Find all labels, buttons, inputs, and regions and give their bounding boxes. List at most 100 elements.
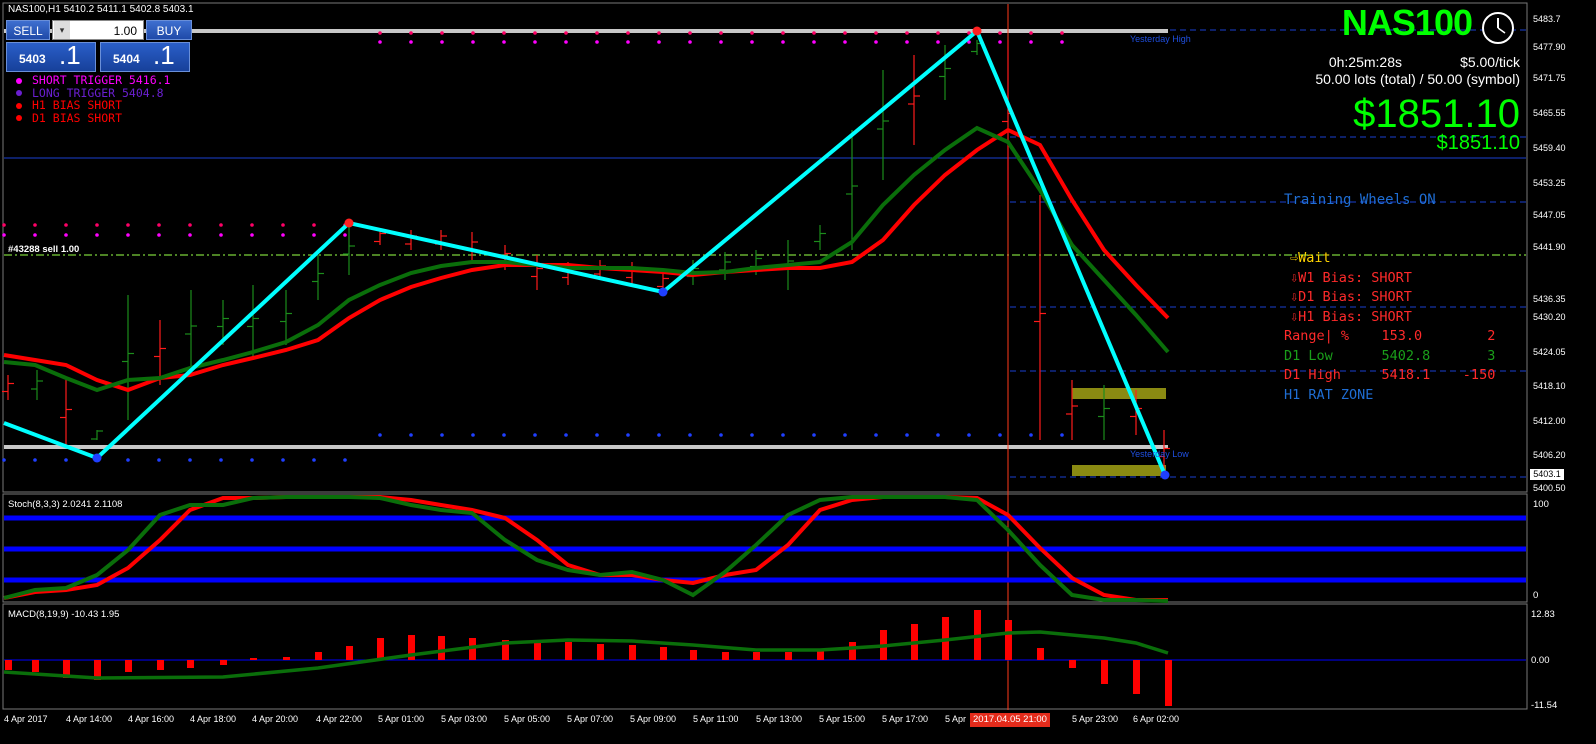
stoch-axis-bottom: 0 xyxy=(1533,590,1539,601)
macd-bar xyxy=(377,638,384,660)
trigger-dot xyxy=(998,31,1002,35)
legend-d1-bias-text: D1 BIAS SHORT xyxy=(32,110,123,125)
time-axis-label: 5 Apr 07:00 xyxy=(567,714,614,724)
trigger-dot xyxy=(157,233,161,237)
trigger-dot xyxy=(533,433,537,437)
ask-price-button[interactable]: 5404 .1 xyxy=(100,40,190,72)
macd-bar xyxy=(629,645,636,660)
time-axis-label: 4 Apr 22:00 xyxy=(316,714,363,724)
macd-bar xyxy=(125,660,132,672)
macd-bar xyxy=(32,660,39,672)
price-axis-label: 5477.90 xyxy=(1533,42,1566,52)
macd-axis-top: 12.83 xyxy=(1531,609,1555,620)
profit-big: $1851.10 xyxy=(1353,92,1520,136)
trigger-dot xyxy=(250,233,254,237)
trigger-dot xyxy=(64,458,68,462)
macd-bar xyxy=(660,647,667,660)
macd-bar xyxy=(597,644,604,660)
trigger-dot xyxy=(409,433,413,437)
trigger-dot xyxy=(2,458,6,462)
trigger-dot xyxy=(409,40,413,44)
bid-price-button[interactable]: 5403 .1 xyxy=(6,40,96,72)
price-axis-label: 5400.50 xyxy=(1533,483,1566,493)
ma-green-line xyxy=(3,125,1170,393)
trigger-dot xyxy=(312,233,316,237)
clock-icon xyxy=(1482,12,1514,44)
trigger-dot xyxy=(188,223,192,227)
price-axis-label: 5447.05 xyxy=(1533,210,1566,220)
bid-price-fraction: .1 xyxy=(59,40,81,70)
trigger-dot xyxy=(688,433,692,437)
trigger-dot xyxy=(812,40,816,44)
yesterday-low-label: Yesterday Low xyxy=(1130,449,1189,459)
lots-decrease-icon[interactable]: ▾ xyxy=(54,21,70,39)
time-cursor-label: 2017.04.05 21:00 xyxy=(970,713,1050,727)
trigger-dot xyxy=(1060,31,1064,35)
trigger-dot xyxy=(719,31,723,35)
symbol-big-title: NAS100 xyxy=(1341,2,1473,43)
lots-info: 50.00 lots (total) / 50.00 (symbol) xyxy=(1315,71,1520,87)
macd-bar xyxy=(785,652,792,660)
trigger-dot xyxy=(1060,40,1064,44)
trigger-dot xyxy=(719,40,723,44)
macd-bar xyxy=(849,642,856,660)
trigger-dot xyxy=(750,31,754,35)
price-axis-label: 5406.20 xyxy=(1533,450,1566,460)
trigger-dot xyxy=(409,31,413,35)
lots-field[interactable]: ▾ xyxy=(52,20,144,40)
trigger-dot xyxy=(502,40,506,44)
trigger-dot xyxy=(471,40,475,44)
trigger-dot xyxy=(312,223,316,227)
trigger-dot xyxy=(33,458,37,462)
lots-input[interactable] xyxy=(75,23,139,39)
trigger-dot xyxy=(64,223,68,227)
trigger-dot xyxy=(719,433,723,437)
trigger-dot xyxy=(750,40,754,44)
info-w1-bias: ⇩W1 Bias: SHORT xyxy=(1290,269,1412,286)
trigger-dot xyxy=(843,40,847,44)
indicator-legend: SHORT TRIGGER 5416.1 LONG TRIGGER 5404.8… xyxy=(16,74,170,124)
trigger-dot xyxy=(502,433,506,437)
trigger-dot xyxy=(936,40,940,44)
trigger-dot xyxy=(1029,31,1033,35)
trigger-dot xyxy=(378,40,382,44)
trigger-dot xyxy=(64,233,68,237)
macd-bar xyxy=(346,646,353,660)
info-d1-bias: ⇩D1 Bias: SHORT xyxy=(1290,289,1412,305)
trigger-dot xyxy=(219,233,223,237)
trigger-dot xyxy=(626,31,630,35)
order-line-label[interactable]: #43288 sell 1.00 xyxy=(8,244,79,255)
zigzag-pivot xyxy=(658,287,668,297)
trigger-dot xyxy=(188,458,192,462)
trigger-dot xyxy=(1029,433,1033,437)
price-axis-label: 5483.7 xyxy=(1533,14,1561,24)
time-axis-label: 4 Apr 2017 xyxy=(4,714,48,724)
trigger-dot xyxy=(595,31,599,35)
one-click-trading-panel: SELL ▾ BUY 5403 .1 5404 .1 xyxy=(6,20,192,72)
time-axis-label: 5 Apr 05:00 xyxy=(504,714,551,724)
trigger-dot xyxy=(378,31,382,35)
macd-bar xyxy=(5,660,12,670)
rat-zone-lower xyxy=(1072,465,1166,476)
macd-bar xyxy=(722,652,729,660)
info-d1-low: D1 Low 5402.8 3 xyxy=(1284,347,1496,364)
bar-countdown: 0h:25m:28s xyxy=(1328,54,1402,70)
buy-button[interactable]: BUY xyxy=(146,20,192,40)
stoch-levels xyxy=(4,515,1526,583)
trigger-dot xyxy=(502,31,506,35)
macd-bar xyxy=(157,660,164,670)
sell-button[interactable]: SELL xyxy=(6,20,50,40)
time-axis-label: 5 Apr 23:00 xyxy=(1072,714,1119,724)
trigger-dot xyxy=(33,223,37,227)
trigger-dot xyxy=(905,433,909,437)
trigger-dot xyxy=(998,433,1002,437)
macd-bar xyxy=(534,642,541,660)
info-wait: ⇨Wait xyxy=(1290,250,1331,266)
macd-label: MACD(8,19,9) -10.43 1.95 xyxy=(8,609,120,620)
trigger-dot xyxy=(564,31,568,35)
macd-axis-zero: 0.00 xyxy=(1531,655,1550,666)
stoch-label: Stoch(8,3,3) 2.0241 2.1108 xyxy=(8,499,123,510)
trigger-dot xyxy=(378,433,382,437)
red-dot-icon xyxy=(16,102,22,109)
trigger-dot xyxy=(2,233,6,237)
